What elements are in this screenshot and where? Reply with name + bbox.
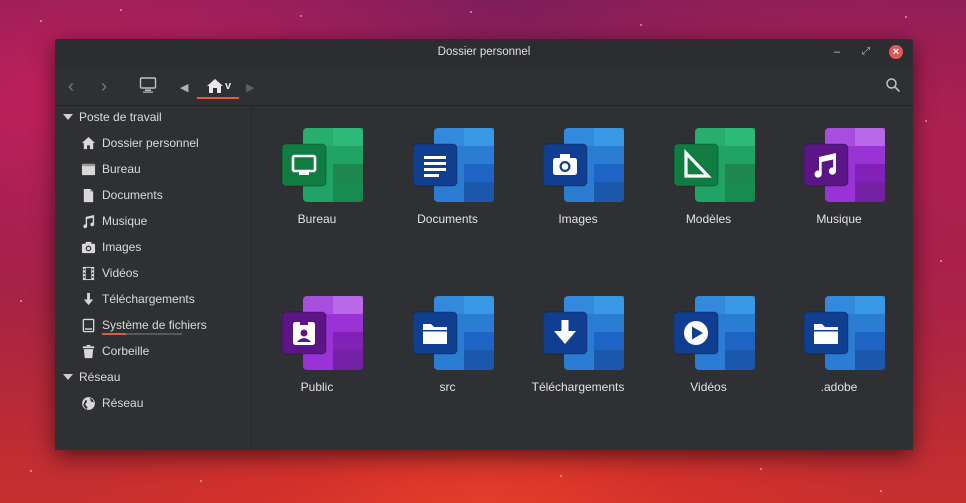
sidebar-item-musique[interactable]: Musique [81, 210, 246, 232]
file-item[interactable]: .adobe [779, 295, 899, 405]
file-item[interactable]: Public [257, 295, 377, 405]
person-badge-icon [282, 296, 363, 370]
file-item[interactable]: Vidéos [649, 295, 769, 405]
file-item[interactable]: src [388, 295, 508, 405]
file-item[interactable]: Modèles [649, 127, 769, 237]
maximize-button[interactable]: ⤢ [859, 45, 873, 59]
close-button[interactable]: × [889, 45, 903, 59]
file-item[interactable]: Images [518, 127, 638, 237]
sidebar-item-bureau[interactable]: Bureau [81, 158, 246, 180]
sidebar-section-header[interactable]: Poste de travail [63, 110, 162, 124]
sidebar-item-corbeille[interactable]: Corbeille [81, 340, 246, 362]
sidebar-item-label: Téléchargements [102, 292, 195, 306]
camera-icon [81, 241, 96, 254]
breadcrumb-home[interactable]: v [197, 72, 239, 99]
document-icon [83, 188, 94, 203]
sidebar-item-documents[interactable]: Documents [81, 184, 246, 206]
home-icon [81, 136, 96, 150]
sidebar-item-videos[interactable]: Vidéos [81, 262, 246, 284]
title-bar[interactable]: Dossier personnel – ⤢ × [55, 39, 913, 67]
computer-icon[interactable] [139, 76, 157, 94]
file-grid: Bureau Documents Images Modèles Musique Publi… [252, 106, 913, 450]
path-left-icon[interactable]: ◀ [180, 78, 188, 98]
path-right-icon[interactable]: ▶ [246, 78, 254, 98]
breadcrumb-active-indicator [197, 97, 239, 99]
camera-icon [543, 128, 624, 202]
forward-arrow-icon[interactable]: › [101, 76, 107, 96]
search-icon[interactable] [885, 77, 901, 93]
download-icon [543, 296, 624, 370]
sidebar-item-label: Documents [102, 188, 163, 202]
folder-icon [412, 296, 494, 370]
file-item[interactable]: Téléchargements [518, 295, 638, 405]
music-icon [83, 214, 95, 229]
desktop-icon [81, 163, 96, 176]
home-icon [207, 79, 223, 93]
film-icon [82, 266, 95, 281]
disk-usage-bar [102, 333, 182, 335]
sidebar-item-label: Bureau [102, 162, 141, 176]
back-arrow-icon[interactable]: ‹ [68, 76, 74, 96]
sidebar-item-reseau[interactable]: Réseau [81, 392, 246, 414]
disk-usage-fill [102, 333, 126, 335]
document-lines-icon [412, 128, 494, 202]
play-icon [673, 296, 755, 370]
sidebar-item-label: Images [102, 240, 142, 254]
set-square-icon [673, 128, 755, 202]
file-manager-window: Dossier personnel – ⤢ × ‹ › ◀ v ▶ Poste … [55, 39, 913, 450]
desktop-icon [282, 128, 363, 202]
globe-icon [82, 397, 95, 410]
download-icon [83, 292, 94, 306]
music-icon [804, 128, 885, 202]
breadcrumb-label: v [225, 80, 232, 92]
window-title: Dossier personnel [437, 46, 531, 58]
sidebar-section-header[interactable]: Réseau [63, 370, 120, 384]
file-item[interactable]: Documents [388, 127, 508, 237]
sidebar-item-label: Musique [102, 214, 148, 228]
sidebar: Poste de travail Dossier personnel Burea… [55, 106, 252, 450]
sidebar-item-home[interactable]: Dossier personnel [81, 132, 246, 154]
sidebar-item-label: Vidéos [102, 266, 139, 280]
sidebar-item-label: Dossier personnel [102, 136, 199, 150]
trash-icon [82, 344, 95, 359]
folder-icon [804, 296, 885, 370]
file-label: Musique [816, 212, 862, 226]
file-item[interactable]: Bureau [257, 127, 377, 237]
sidebar-item-label: Réseau [102, 396, 144, 410]
sidebar-item-telechargements[interactable]: Téléchargements [81, 288, 246, 310]
file-label: .adobe [820, 380, 858, 394]
minimize-button[interactable]: – [830, 45, 844, 59]
drive-icon [82, 318, 95, 333]
file-item[interactable]: Musique [779, 127, 899, 237]
sidebar-item-images[interactable]: Images [81, 236, 246, 258]
sidebar-item-label: Corbeille [102, 344, 150, 358]
sidebar-item-filesystem[interactable]: Système de fichiers [81, 314, 246, 336]
